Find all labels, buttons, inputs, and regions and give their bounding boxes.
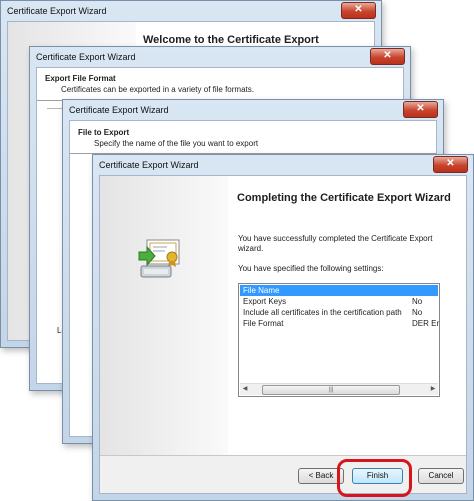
- close-button[interactable]: ✕: [341, 2, 376, 19]
- settings-row[interactable]: Include all certificates in the certific…: [240, 307, 438, 318]
- scrollbar-thumb[interactable]: |||: [262, 385, 400, 395]
- page-subheading: Certificates can be exported in a variet…: [61, 85, 254, 94]
- window-title: Certificate Export Wizard: [99, 160, 199, 170]
- wizard-side-banner: [100, 176, 228, 456]
- setting-name: File Name: [243, 286, 280, 295]
- settings-list[interactable]: File Name Export Keys No Include all cer…: [238, 283, 440, 397]
- window-client-area: Completing the Certificate Export Wizard…: [99, 175, 467, 494]
- page-heading: Export File Format: [45, 74, 116, 83]
- scroll-left-arrow-icon[interactable]: ◀: [240, 384, 250, 395]
- settings-row[interactable]: Export Keys No: [240, 296, 438, 307]
- content-divider: [47, 108, 63, 109]
- cancel-button[interactable]: Cancel: [418, 468, 464, 484]
- close-button[interactable]: ✕: [403, 101, 438, 118]
- certificate-export-icon: [138, 239, 180, 278]
- setting-value: No: [412, 308, 423, 317]
- page-heading: Completing the Certificate Export Wizard: [237, 192, 451, 204]
- window-title: Certificate Export Wizard: [7, 6, 107, 16]
- wizard-window-completing: Certificate Export Wizard ✕ Completing t…: [92, 154, 474, 501]
- scroll-right-arrow-icon[interactable]: ▶: [428, 384, 438, 395]
- completion-description: You have successfully completed the Cert…: [238, 234, 433, 253]
- page-subheading: Specify the name of the file you want to…: [94, 139, 259, 148]
- close-button[interactable]: ✕: [433, 156, 468, 173]
- window-title: Certificate Export Wizard: [69, 105, 169, 115]
- page-heading: File to Export: [78, 128, 130, 137]
- page-heading: Welcome to the Certificate Export: [143, 34, 319, 46]
- setting-value: No: [412, 297, 423, 306]
- settings-row[interactable]: File Format DER Enc: [240, 318, 439, 329]
- settings-label: You have specified the following setting…: [238, 264, 384, 273]
- setting-name: File Format: [243, 319, 284, 328]
- finish-button-highlight: [337, 459, 412, 497]
- setting-value: DER Enc: [412, 319, 439, 328]
- horizontal-scrollbar[interactable]: ◀ ||| ▶: [240, 383, 438, 395]
- window-title: Certificate Export Wizard: [36, 52, 136, 62]
- settings-row[interactable]: File Name: [240, 285, 438, 296]
- close-button[interactable]: ✕: [370, 48, 405, 65]
- setting-name: Include all certificates in the certific…: [243, 308, 402, 317]
- setting-name: Export Keys: [243, 297, 287, 306]
